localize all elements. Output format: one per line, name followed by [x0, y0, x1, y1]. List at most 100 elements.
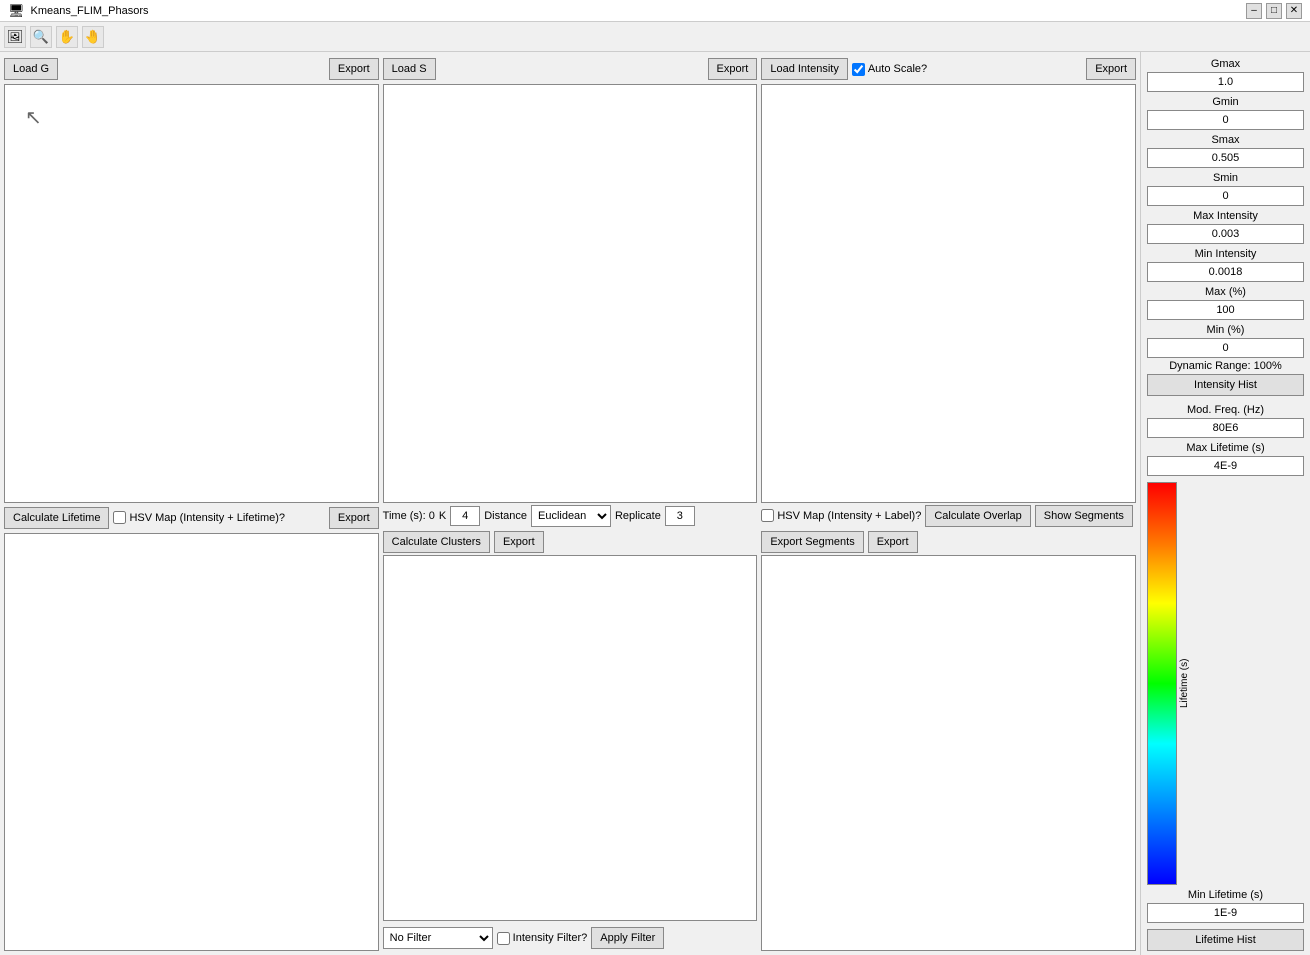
right-sidebar: Gmax Gmin Smax Smin Max Intensity Min In…	[1140, 52, 1310, 955]
hsv-lifetime-text: HSV Map (Intensity + Lifetime)?	[129, 512, 285, 524]
min-intensity-label: Min Intensity	[1147, 248, 1304, 260]
hsv-overlap-label[interactable]: HSV Map (Intensity + Label)?	[761, 509, 921, 522]
app-title: Kmeans_FLIM_Phasors	[31, 5, 149, 17]
autoscale-text: Auto Scale?	[868, 63, 927, 75]
calc-clusters-button[interactable]: Calculate Clusters	[383, 531, 490, 553]
title-bar-left: 🖥 Kmeans_FLIM_Phasors	[8, 3, 149, 19]
overlap-panel: HSV Map (Intensity + Label)? Calculate O…	[761, 505, 1136, 952]
export-g-button[interactable]: Export	[329, 58, 379, 80]
lifetime-hist-button[interactable]: Lifetime Hist	[1147, 929, 1304, 951]
colorbar-axis-label: Lifetime (s)	[1179, 482, 1190, 885]
dist-label: Distance	[484, 510, 527, 522]
bottom-row: Calculate Lifetime HSV Map (Intensity + …	[4, 505, 1136, 952]
toolbar-icon-zoom[interactable]: 🔍	[30, 26, 52, 48]
mod-freq-label: Mod. Freq. (Hz)	[1147, 404, 1304, 416]
intensity-panel: Load Intensity Auto Scale? Export	[761, 56, 1136, 503]
cursor-icon: ↖	[25, 107, 42, 129]
min-pct-label: Min (%)	[1147, 324, 1304, 336]
export-intensity-button[interactable]: Export	[1086, 58, 1136, 80]
toolbar-icon-pan[interactable]: ✋	[56, 26, 78, 48]
colorbar	[1147, 482, 1177, 885]
smax-label: Smax	[1147, 134, 1304, 146]
hsv-lifetime-label[interactable]: HSV Map (Intensity + Lifetime)?	[113, 511, 285, 524]
mod-freq-input[interactable]	[1147, 418, 1304, 438]
max-pct-label: Max (%)	[1147, 286, 1304, 298]
k-input[interactable]	[450, 506, 480, 526]
show-segments-button[interactable]: Show Segments	[1035, 505, 1133, 527]
export-overlap-button[interactable]: Export	[868, 531, 918, 553]
top-row: Load G Export ↖ Load S Export	[4, 56, 1136, 503]
autoscale-label[interactable]: Auto Scale?	[852, 63, 927, 76]
smax-input[interactable]	[1147, 148, 1304, 168]
hsv-overlap-checkbox[interactable]	[761, 509, 774, 522]
main-content: Load G Export ↖ Load S Export	[0, 52, 1310, 955]
s-canvas	[383, 84, 758, 503]
export-lifetime-button[interactable]: Export	[329, 507, 379, 529]
maximize-button[interactable]: □	[1266, 3, 1282, 19]
intensity-filter-label[interactable]: Intensity Filter?	[497, 932, 588, 945]
dynamic-range-text: Dynamic Range: 100%	[1147, 360, 1304, 372]
colorbar-section: Lifetime (s)	[1147, 482, 1304, 885]
min-lifetime-input[interactable]	[1147, 903, 1304, 923]
title-bar-controls[interactable]: – □ ✕	[1246, 3, 1302, 19]
close-button[interactable]: ✕	[1286, 3, 1302, 19]
lifetime-panel: Calculate Lifetime HSV Map (Intensity + …	[4, 505, 379, 952]
replicate-label: Replicate	[615, 510, 661, 522]
g-panel-header: Load G Export	[4, 56, 379, 82]
lifetime-panel-header: Calculate Lifetime HSV Map (Intensity + …	[4, 505, 379, 531]
app-icon: 🖥	[8, 3, 25, 19]
load-intensity-button[interactable]: Load Intensity	[761, 58, 848, 80]
autoscale-checkbox[interactable]	[852, 63, 865, 76]
hsv-overlap-text: HSV Map (Intensity + Label)?	[777, 510, 921, 522]
gmin-input[interactable]	[1147, 110, 1304, 130]
intensity-filter-text: Intensity Filter?	[513, 932, 588, 944]
toolbar: 🖼 🔍 ✋ 🤚	[0, 22, 1310, 52]
smin-input[interactable]	[1147, 186, 1304, 206]
intensity-hist-button[interactable]: Intensity Hist	[1147, 374, 1304, 396]
calc-lifetime-button[interactable]: Calculate Lifetime	[4, 507, 109, 529]
overlap-canvas	[761, 555, 1136, 952]
overlap-panel-header: HSV Map (Intensity + Label)? Calculate O…	[761, 505, 1136, 553]
max-lifetime-input[interactable]	[1147, 456, 1304, 476]
export-cluster-button[interactable]: Export	[494, 531, 544, 553]
replicate-input[interactable]	[665, 506, 695, 526]
min-pct-input[interactable]	[1147, 338, 1304, 358]
min-intensity-input[interactable]	[1147, 262, 1304, 282]
gmin-label: Gmin	[1147, 96, 1304, 108]
intensity-canvas	[761, 84, 1136, 503]
apply-filter-button[interactable]: Apply Filter	[591, 927, 664, 949]
toolbar-icon-grab[interactable]: 🤚	[82, 26, 104, 48]
filter-select[interactable]: No Filter Gaussian Median	[383, 927, 493, 949]
distance-select[interactable]: Euclidean Correlation Cosine	[531, 505, 611, 527]
time-value: 0	[429, 510, 435, 522]
max-lifetime-label: Max Lifetime (s)	[1147, 442, 1304, 454]
max-pct-input[interactable]	[1147, 300, 1304, 320]
lifetime-canvas	[4, 533, 379, 952]
s-panel-header: Load S Export	[383, 56, 758, 82]
load-s-button[interactable]: Load S	[383, 58, 436, 80]
max-intensity-label: Max Intensity	[1147, 210, 1304, 222]
g-panel: Load G Export ↖	[4, 56, 379, 503]
calc-overlap-button[interactable]: Calculate Overlap	[925, 505, 1030, 527]
intensity-filter-checkbox[interactable]	[497, 932, 510, 945]
gmax-label: Gmax	[1147, 58, 1304, 70]
title-bar: 🖥 Kmeans_FLIM_Phasors – □ ✕	[0, 0, 1310, 22]
intensity-panel-header: Load Intensity Auto Scale? Export	[761, 56, 1136, 82]
cluster-panel: Time (s): 0 K Distance Euclidean Correla…	[383, 505, 758, 952]
gmax-input[interactable]	[1147, 72, 1304, 92]
min-lifetime-label: Min Lifetime (s)	[1147, 889, 1304, 901]
export-segments-button[interactable]: Export Segments	[761, 531, 863, 553]
export-s-button[interactable]: Export	[708, 58, 758, 80]
load-g-button[interactable]: Load G	[4, 58, 58, 80]
cluster-canvas	[383, 555, 758, 922]
left-panels: Load G Export ↖ Load S Export	[0, 52, 1140, 955]
hsv-lifetime-checkbox[interactable]	[113, 511, 126, 524]
k-label: K	[439, 510, 446, 522]
toolbar-icon-image[interactable]: 🖼	[4, 26, 26, 48]
s-panel: Load S Export	[383, 56, 758, 503]
cluster-panel-header: Time (s): 0 K Distance Euclidean Correla…	[383, 505, 758, 553]
minimize-button[interactable]: –	[1246, 3, 1262, 19]
max-intensity-input[interactable]	[1147, 224, 1304, 244]
g-canvas: ↖	[4, 84, 379, 503]
time-label: Time (s): 0	[383, 510, 435, 522]
